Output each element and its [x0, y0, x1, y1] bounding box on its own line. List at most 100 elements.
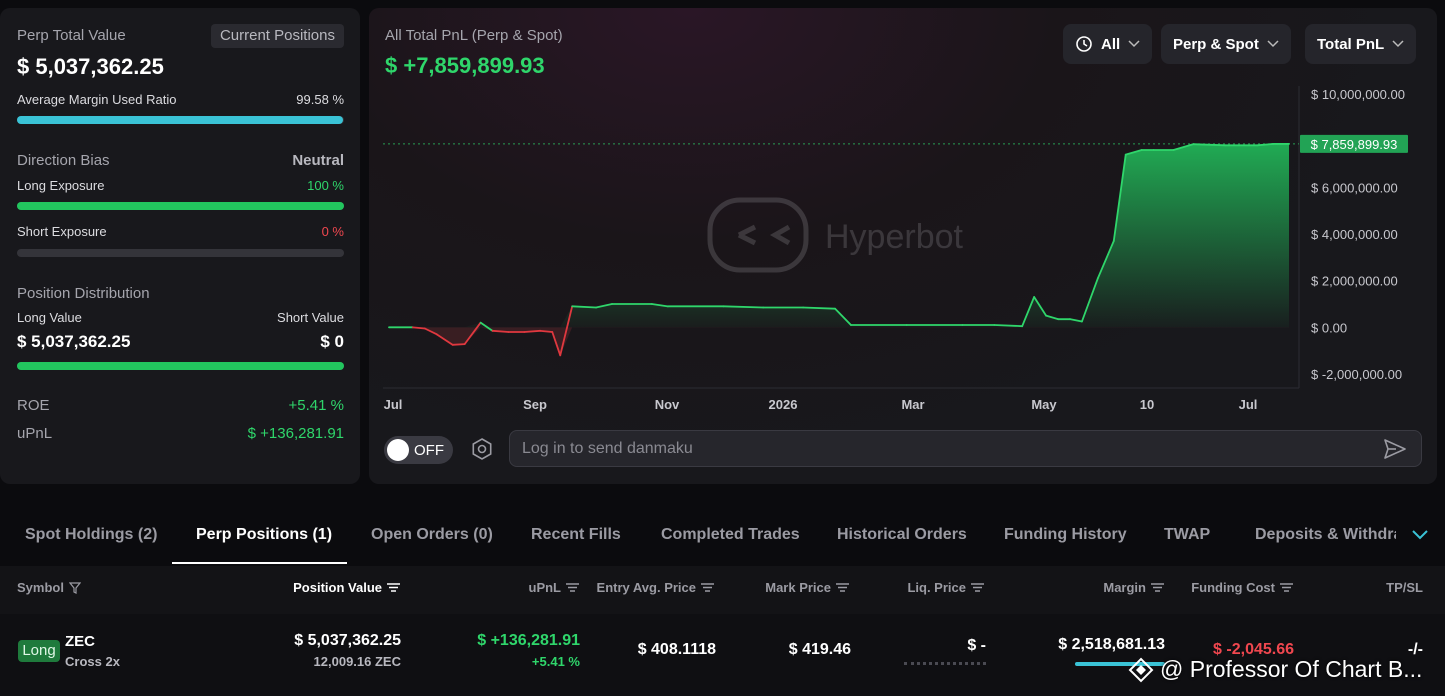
settings-icon[interactable] — [470, 437, 494, 461]
sort-icon[interactable] — [1151, 583, 1164, 592]
danmaku-toggle[interactable]: OFF — [384, 436, 453, 464]
summary-panel: Perp Total Value Current Positions $ 5,0… — [0, 8, 360, 484]
tab-completed-trades[interactable]: Completed Trades — [661, 526, 800, 544]
sort-icon[interactable] — [387, 583, 400, 592]
direction-bias-value: Neutral — [292, 152, 344, 169]
danmaku-input[interactable]: Log in to send danmaku — [509, 430, 1422, 467]
x-tick-label: Sep — [523, 397, 547, 412]
upnl-label: uPnL — [17, 425, 53, 442]
col-label: uPnL — [528, 580, 562, 595]
danmaku-placeholder: Log in to send danmaku — [522, 440, 693, 457]
position-distribution-label: Position Distribution — [17, 285, 150, 302]
short-exposure-value: 0 % — [321, 224, 344, 239]
toggle-knob — [387, 439, 409, 461]
avg-margin-value: 99.58 % — [296, 92, 344, 107]
current-positions-button[interactable]: Current Positions — [210, 24, 344, 48]
col-upnl[interactable]: uPnL — [528, 580, 579, 595]
side-badge: Long — [18, 640, 60, 662]
pnl-line-segment — [491, 329, 510, 333]
overlay-watermark: @ Professor Of Chart B... — [1128, 656, 1422, 683]
col-label: Liq. Price — [907, 580, 966, 595]
perp-total-value-label: Perp Total Value — [17, 27, 126, 44]
sort-icon[interactable] — [701, 583, 714, 592]
col-margin[interactable]: Margin — [1103, 580, 1164, 595]
long-exposure-bar-fill — [17, 202, 344, 210]
send-icon[interactable] — [1383, 438, 1407, 460]
x-tick-label: Nov — [655, 397, 680, 412]
upnl-value: $ +136,281.91 — [247, 425, 344, 442]
col-label: Symbol — [17, 580, 64, 595]
diamond-logo-icon — [1128, 657, 1154, 682]
col-funding-cost[interactable]: Funding Cost — [1191, 580, 1293, 595]
pnl-line-segment — [539, 329, 554, 333]
short-value-label: Short Value — [277, 310, 344, 325]
tab-twap[interactable]: TWAP — [1164, 526, 1210, 544]
avg-margin-label: Average Margin Used Ratio — [17, 92, 177, 107]
pnl-line-segment — [571, 305, 597, 309]
position-distribution-bar-fill — [17, 362, 344, 370]
chart-watermark: Hyperbot — [707, 197, 964, 273]
long-value: $ 5,037,362.25 — [17, 332, 131, 351]
x-tick-label: Jul — [1239, 397, 1258, 412]
pnl-line-segment — [722, 305, 765, 309]
tab-perp-positions-1[interactable]: Perp Positions (1) — [196, 526, 332, 544]
avg-margin-bar — [17, 116, 344, 124]
symbol-name[interactable]: ZEC — [65, 633, 95, 650]
tab-funding-history[interactable]: Funding History — [1004, 526, 1127, 544]
pnl-line-segment — [523, 329, 542, 333]
pnl-line-segment — [802, 306, 836, 310]
sort-icon[interactable] — [566, 583, 579, 592]
col-label: Funding Cost — [1191, 580, 1275, 595]
tab-historical-orders[interactable]: Historical Orders — [837, 526, 967, 544]
long-exposure-bar — [17, 202, 344, 210]
long-exposure-label: Long Exposure — [17, 178, 105, 193]
margin-mode: Cross 2x — [65, 654, 120, 669]
pnl-line-segment — [411, 326, 426, 330]
col-entry-avg-price[interactable]: Entry Avg. Price — [597, 580, 714, 595]
long-value-label: Long Value — [17, 310, 82, 325]
col-liq-price[interactable]: Liq. Price — [907, 580, 984, 595]
col-position-value[interactable]: Position Value — [293, 580, 400, 595]
tab-spot-holdings-2[interactable]: Spot Holdings (2) — [25, 526, 157, 544]
y-tick-label: $ 10,000,000.00 — [1311, 87, 1405, 102]
pnl-chart: Hyperbot $ 10,000,000.00 $ 6,000,000.00 $ … — [383, 86, 1408, 412]
pnl-line-segment — [993, 324, 1024, 328]
col-tp-sl[interactable]: TP/SL — [1386, 580, 1423, 595]
col-mark-price[interactable]: Mark Price — [765, 580, 849, 595]
pnl-line-segment — [451, 343, 466, 346]
x-tick-label: 10 — [1140, 397, 1154, 412]
current-value-label: $ 7,859,899.93 — [1311, 137, 1398, 152]
liq-distance-indicator — [904, 662, 986, 665]
roe-label: ROE — [17, 397, 50, 414]
y-tick-label: $ 2,000,000.00 — [1311, 274, 1398, 289]
svg-text:Hyperbot: Hyperbot — [825, 218, 964, 256]
col-label: Margin — [1103, 580, 1146, 595]
filter-icon[interactable] — [68, 581, 81, 594]
sort-icon[interactable] — [971, 583, 984, 592]
perp-total-value: $ 5,037,362.25 — [17, 54, 164, 79]
upnl-cell: $ +136,281.91 — [477, 632, 580, 649]
tab-recent-fills[interactable]: Recent Fills — [531, 526, 621, 544]
margin-cell: $ 2,518,681.13 — [1058, 636, 1165, 653]
tab-deposits-withdraw[interactable]: Deposits & Withdraw — [1255, 526, 1396, 544]
direction-bias-label: Direction Bias — [17, 152, 110, 169]
mark-price-cell: $ 419.46 — [788, 641, 851, 658]
col-label: Mark Price — [765, 580, 831, 595]
y-tick-label: $ -2,000,000.00 — [1311, 367, 1402, 382]
short-exposure-label: Short Exposure — [17, 224, 107, 239]
x-tick-label: Mar — [901, 397, 924, 412]
roe-value: +5.41 % — [288, 397, 344, 414]
short-value: $ 0 — [320, 332, 344, 351]
avg-margin-bar-fill — [17, 116, 343, 124]
entry-price-cell: $ 408.1118 — [637, 641, 716, 658]
chevron-down-icon[interactable] — [1412, 530, 1428, 540]
sort-icon[interactable] — [1280, 583, 1293, 592]
y-tick-label: $ 0.00 — [1311, 320, 1347, 335]
x-tick-label: 2026 — [769, 397, 798, 412]
position-value-cell: $ 5,037,362.25 — [294, 632, 401, 649]
col-symbol[interactable]: Symbol — [17, 580, 81, 595]
x-tick-label: May — [1031, 397, 1057, 412]
tab-open-orders-0[interactable]: Open Orders (0) — [371, 526, 493, 544]
sort-icon[interactable] — [836, 583, 849, 592]
short-exposure-bar — [17, 249, 344, 257]
